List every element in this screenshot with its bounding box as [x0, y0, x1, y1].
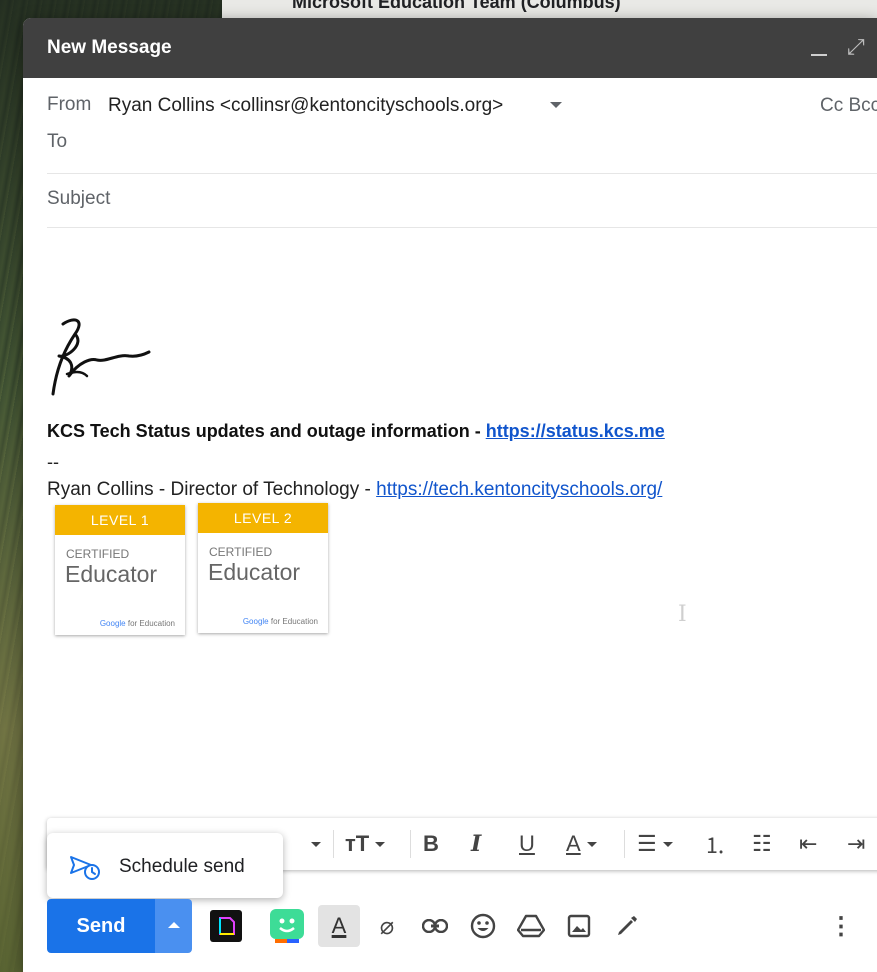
italic-icon[interactable]: I [471, 830, 481, 858]
attach-icon[interactable]: ⌀ [369, 908, 405, 944]
to-label: To [47, 131, 68, 152]
chevron-down-icon[interactable] [550, 102, 562, 108]
badge-footer: Google for Education [242, 617, 318, 626]
indent-less-icon[interactable]: ⇤ [799, 830, 817, 858]
emoji-icon[interactable] [465, 908, 501, 944]
status-line: KCS Tech Status updates and outage infor… [47, 421, 665, 442]
status-link[interactable]: https://status.kcs.me [486, 421, 665, 441]
text-cursor-icon: I [678, 602, 687, 627]
photo-icon[interactable] [561, 908, 597, 944]
subject-placeholder: Subject [47, 188, 111, 209]
badge-title: Educator [65, 561, 158, 587]
bold-icon[interactable]: B [423, 830, 439, 858]
expand-icon[interactable]: ⤢ [847, 34, 865, 60]
badge-title: Educator [208, 559, 301, 585]
tech-link[interactable]: https://tech.kentoncityschools.org/ [376, 479, 662, 500]
signature-separator: -- [47, 452, 59, 472]
subject-field[interactable]: Subject [47, 174, 877, 228]
to-field[interactable]: To [47, 130, 877, 174]
name-title-text: Ryan Collins - Director of Technology - [47, 479, 377, 500]
font-dropdown-chevron-icon[interactable] [305, 830, 321, 858]
badge-certified: CERTIFIED [209, 545, 273, 559]
badge-level: LEVEL 2 [198, 503, 328, 533]
status-text: KCS Tech Status updates and outage infor… [47, 421, 486, 441]
compose-title: New Message [47, 37, 172, 58]
from-row: From Ryan Collins <collinsr@kentoncitysc… [47, 78, 877, 130]
underline-icon[interactable]: U [519, 830, 535, 858]
compose-window: New Message ⤢ From Ryan Collins <collins… [23, 18, 877, 972]
text-color-icon[interactable]: A [566, 830, 597, 858]
font-size-icon[interactable]: тT [345, 830, 386, 858]
badge-level: LEVEL 1 [55, 505, 185, 535]
align-icon[interactable]: ☰ [637, 830, 673, 858]
badge-footer: Google for Education [99, 619, 175, 628]
minimize-icon[interactable] [811, 34, 827, 56]
send-button[interactable]: Send [47, 899, 155, 953]
toolbar-divider [410, 830, 411, 858]
nimbus-app-icon[interactable] [208, 908, 244, 944]
toolbar-divider [333, 830, 334, 858]
level-2-badge: LEVEL 2 CERTIFIED Educator Google for Ed… [198, 503, 328, 633]
cc-bcc-link[interactable]: Cc Bcc [820, 95, 877, 117]
from-select[interactable]: Ryan Collins <collinsr@kentoncityschools… [108, 95, 503, 117]
more-options-icon[interactable]: ⋮ [823, 908, 859, 944]
numbered-list-icon[interactable]: ⒈ [704, 830, 726, 858]
message-body[interactable]: KCS Tech Status updates and outage infor… [23, 228, 877, 808]
toolbar-divider [624, 830, 625, 858]
name-title-line: Ryan Collins - Director of Technology - … [47, 479, 662, 501]
schedule-send-label: Schedule send [119, 856, 245, 877]
schedule-send-menu[interactable]: Schedule send [47, 833, 283, 898]
level-1-badge: LEVEL 1 CERTIFIED Educator Google for Ed… [55, 505, 185, 635]
formatting-options-icon[interactable]: A [318, 905, 360, 947]
background-email-title: Microsoft Education Team (Columbus) [292, 0, 621, 12]
schedule-send-icon [70, 856, 100, 880]
bulleted-list-icon[interactable]: ☷ [752, 830, 772, 858]
more-send-options-button[interactable] [155, 899, 192, 953]
bitmoji-app-icon[interactable] [269, 908, 305, 944]
from-label: From [47, 94, 92, 115]
badge-certified: CERTIFIED [66, 547, 130, 561]
signature-icon[interactable] [609, 908, 645, 944]
compose-header[interactable]: New Message ⤢ [23, 18, 877, 78]
handwritten-signature-image [51, 318, 151, 396]
link-icon[interactable] [417, 908, 453, 944]
indent-more-icon[interactable]: ⇥ [847, 830, 865, 858]
drive-icon[interactable] [513, 908, 549, 944]
